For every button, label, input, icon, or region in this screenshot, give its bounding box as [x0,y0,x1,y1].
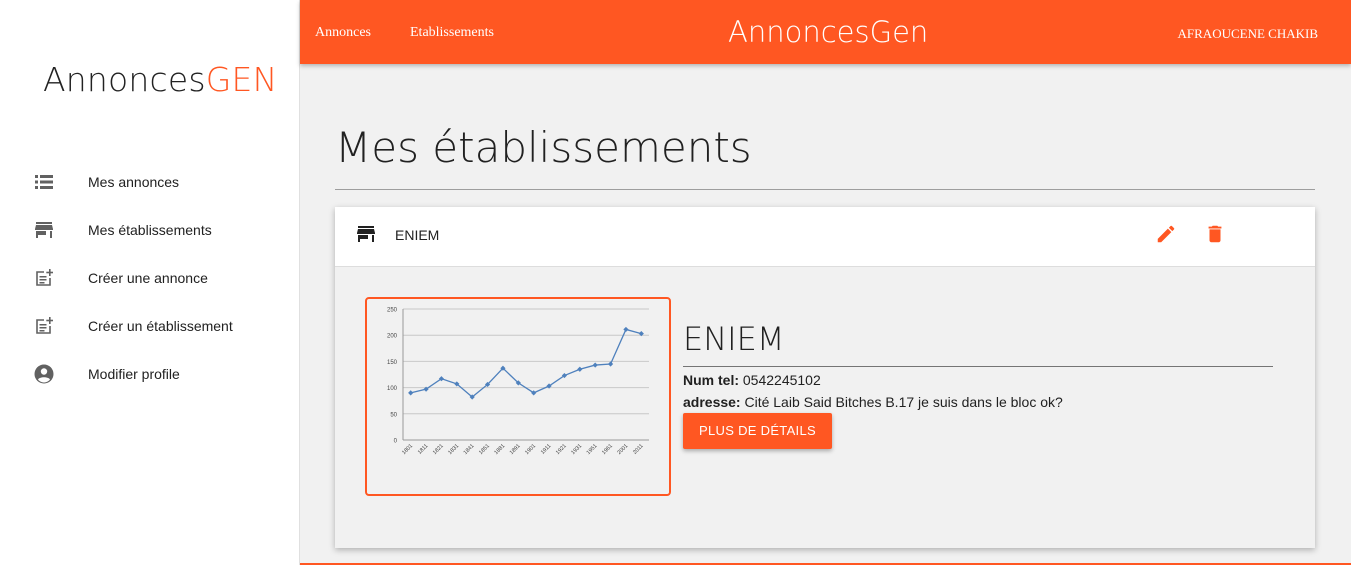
data-point [607,361,614,367]
sidebar-item-label: Créer un établissement [88,318,233,334]
x-tick-label: 1831 [447,443,460,456]
x-tick-label: 1921 [555,443,568,456]
x-tick-label: 1901 [524,443,537,456]
post-add-icon [34,316,54,336]
x-tick-label: 1951 [586,443,599,456]
phone-line: Num tel: 0542245102 [683,371,1273,389]
sidebar-item-mes-annonces[interactable]: Mes annonces [0,158,300,206]
x-tick-label: 1961 [601,443,614,456]
sidebar-item-creer-etablissement[interactable]: Créer un établissement [0,302,300,350]
phone-label: Num tel: [683,372,739,388]
account-circle-icon [34,364,54,384]
brand-accent: GEN [205,60,278,99]
delete-icon[interactable] [1204,223,1226,245]
sidebar-item-label: Mes annonces [88,174,180,190]
card-title: ENIEM [395,227,440,243]
x-tick-label: 1851 [478,443,491,456]
x-tick-label: 1811 [417,443,430,456]
sidebar-item-label: Mes établissements [88,222,212,238]
data-point [408,390,414,396]
store-icon [357,226,375,244]
y-tick-label: 150 [387,360,398,366]
x-tick-label: 1931 [570,443,583,456]
series-line [410,328,642,398]
sidebar-item-modifier-profile[interactable]: Modifier profile [0,350,300,398]
nav-link-annonces[interactable]: Annonces [315,25,371,41]
x-tick-label: 1801 [401,443,414,456]
user-name[interactable]: AFRAOUCENE CHAKIB [1178,26,1318,42]
brand-main: Annonces [43,60,206,99]
x-tick-label: 1911 [540,443,553,456]
edit-icon[interactable] [1155,223,1177,245]
brand-logo[interactable]: AnnoncesGEN [43,60,277,99]
divider [335,189,1315,190]
x-tick-label: 2001 [616,443,629,456]
y-tick-label: 250 [387,308,398,314]
x-tick-label: 1891 [509,443,522,456]
divider [683,366,1273,367]
establishment-info: ENIEM Num tel: 0542245102 adresse: Cité … [683,320,1273,449]
address-value: Cité Laib Said Bitches B.17 je suis dans… [740,394,1063,410]
card-header[interactable]: ENIEM [335,207,1315,267]
post-add-icon [34,268,54,288]
sidebar-item-creer-annonce[interactable]: Créer une annonce [0,254,300,302]
top-app-bar: Annonces Etablissements AnnoncesGen AFRA… [300,0,1351,64]
x-tick-label: 1821 [432,443,445,456]
x-tick-label: 1841 [463,443,476,456]
x-tick-label: 2011 [632,443,645,456]
sidebar-item-label: Créer une annonce [88,270,208,286]
sidebar-item-label: Modifier profile [88,366,180,382]
data-point [577,366,583,372]
y-tick-label: 0 [394,439,398,445]
sidebar-nav: Mes annonces Mes établissements Créer un… [0,158,300,398]
store-icon [34,220,54,240]
list-icon [34,172,54,192]
y-tick-label: 200 [387,334,398,340]
x-tick-label: 1881 [493,443,506,456]
page-title: Mes établissements [335,123,752,172]
establishment-card: ENIEM 0 50 100 150 200 250 1801 1811 1821 1831 184… [335,207,1315,548]
app-title: AnnoncesGen [728,15,929,49]
data-point [592,362,598,368]
address-line: adresse: Cité Laib Said Bitches B.17 je … [683,393,1273,411]
y-tick-label: 50 [390,412,397,418]
establishment-heading: ENIEM [683,320,785,358]
y-tick-label: 100 [387,386,398,392]
nav-link-etablissements[interactable]: Etablissements [410,25,494,41]
details-button[interactable]: PLUS DE DÉTAILS [683,413,832,449]
address-label: adresse: [683,394,741,410]
phone-value: 0542245102 [739,372,821,388]
sidebar-item-mes-etablissements[interactable]: Mes établissements [0,206,300,254]
sidebar: AnnoncesGEN Mes annonces Mes établisseme… [0,0,300,565]
establishment-chart[interactable]: 0 50 100 150 200 250 1801 1811 1821 1831 1841 1851 1… [365,297,671,496]
line-chart: 0501001502002501801 1811 1821 1831 1841 1851 1… [387,308,649,456]
data-point [623,326,629,333]
